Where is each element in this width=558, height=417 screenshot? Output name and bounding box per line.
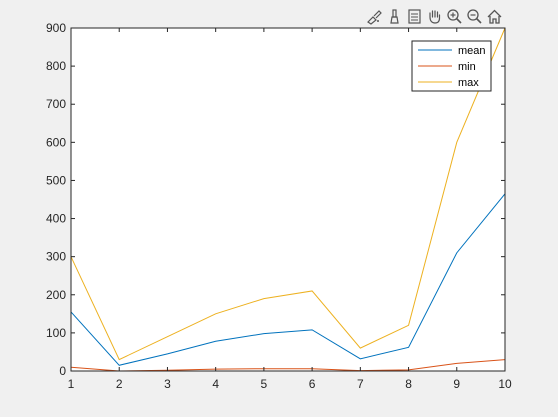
x-tick-label: 2 [116,377,123,391]
x-tick-label: 7 [357,377,364,391]
y-tick-label: 700 [46,97,66,111]
legend-label-mean: mean [458,45,486,57]
y-tick-label: 100 [46,326,66,340]
x-tick-label: 8 [405,377,412,391]
y-tick-label: 600 [46,135,66,149]
legend-label-max: max [458,77,479,89]
x-tick-label: 6 [309,377,316,391]
line-chart: 1 2 3 4 5 6 7 8 9 100100200300400500600700800900m… [46,21,512,391]
y-tick-label: 800 [46,59,66,73]
figure-window: 1 2 3 4 5 6 7 8 9 10 0 100 200 300 400 500 600 700 800 900 m… [0,0,558,417]
x-tick-label: 10 [498,377,512,391]
x-tick-label: 9 [453,377,460,391]
legend-label-min: min [458,61,476,73]
y-tick-label: 200 [46,288,66,302]
y-tick-label: 500 [46,173,66,187]
y-tick-label: 300 [46,250,66,264]
x-tick-label: 4 [212,377,219,391]
y-tick-label: 400 [46,212,66,226]
x-tick-label: 5 [261,377,268,391]
x-tick-label: 1 [68,377,75,391]
x-tick-label: 3 [164,377,171,391]
y-tick-label: 0 [59,364,66,378]
y-tick-label: 900 [46,21,66,35]
